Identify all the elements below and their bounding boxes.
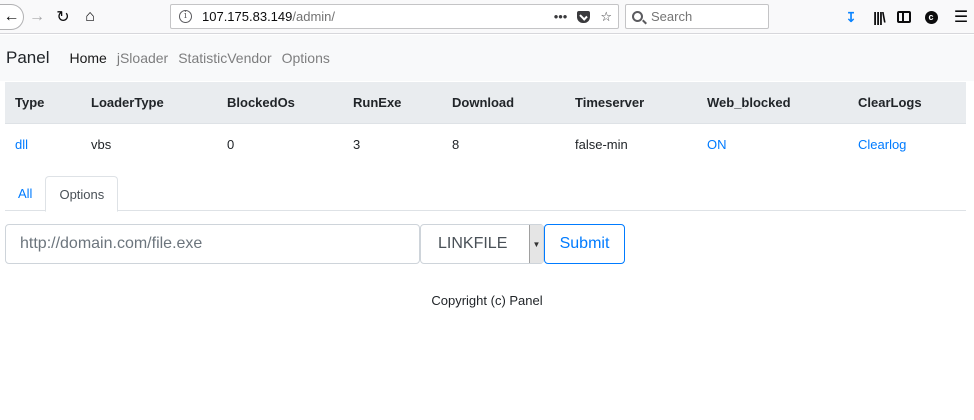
- file-url-input[interactable]: [5, 224, 420, 264]
- column-header: Web_blocked: [697, 82, 848, 124]
- table-cell: 3: [353, 137, 361, 153]
- column-header: RunExe: [343, 82, 442, 124]
- nav-home[interactable]: Home: [69, 50, 106, 66]
- url-host: 107.175.83.149: [202, 9, 293, 24]
- column-header: Download: [442, 82, 565, 124]
- nav-statistic-vendor[interactable]: StatisticVendor: [178, 50, 271, 66]
- reload-icon[interactable]: ↻: [52, 4, 74, 30]
- extension-icon[interactable]: c: [923, 4, 939, 30]
- url-path: /admin/: [292, 9, 336, 24]
- type-select[interactable]: LINKFILE ▼: [420, 224, 544, 264]
- nav-options[interactable]: Options: [282, 50, 330, 66]
- column-header: Timeserver: [565, 82, 697, 124]
- submit-button[interactable]: Submit: [544, 224, 625, 264]
- back-icon[interactable]: ←: [0, 4, 24, 30]
- page-actions-icon[interactable]: •••: [554, 9, 568, 24]
- table-cell: false-min: [575, 137, 628, 153]
- search-icon: [632, 11, 643, 22]
- address-bar[interactable]: i 107.175.83.149/admin/ ••• ☆: [170, 4, 619, 29]
- table-row: dll vbs 0 3 8 false-min ON Clearlog: [5, 123, 966, 166]
- sidebar-icon[interactable]: [896, 4, 912, 30]
- forward-icon[interactable]: →: [26, 4, 48, 30]
- download-icon[interactable]: ↧: [843, 4, 859, 30]
- column-header: Type: [5, 82, 81, 124]
- table-cell: 8: [452, 137, 460, 153]
- column-header: LoaderType: [81, 82, 217, 124]
- type-select-value: LINKFILE: [438, 235, 508, 252]
- clearlog-link[interactable]: Clearlog: [848, 123, 966, 166]
- panel-navbar: Panel Home jSloader StatisticVendor Opti…: [0, 35, 974, 81]
- pocket-icon[interactable]: [577, 10, 591, 23]
- bookmark-star-icon[interactable]: ☆: [600, 9, 612, 25]
- browser-search-input[interactable]: [651, 9, 761, 24]
- nav-jsloader[interactable]: jSloader: [117, 50, 168, 66]
- footer-copyright: Copyright (c) Panel: [431, 293, 543, 308]
- settings-table: Type LoaderType BlockedOs RunExe Downloa…: [5, 82, 966, 166]
- tab-options[interactable]: Options: [45, 176, 119, 212]
- table-header-row: Type LoaderType BlockedOs RunExe Downloa…: [5, 82, 966, 124]
- chevron-down-icon[interactable]: ▼: [529, 225, 543, 263]
- table-cell: vbs: [91, 137, 112, 153]
- column-header: ClearLogs: [848, 82, 966, 124]
- home-icon[interactable]: ⌂: [78, 4, 102, 30]
- type-link[interactable]: dll: [5, 123, 81, 166]
- menu-icon[interactable]: ☰: [953, 4, 969, 30]
- tab-bar: All Options: [5, 176, 966, 212]
- info-icon[interactable]: i: [179, 10, 192, 23]
- library-icon[interactable]: |||\: [870, 4, 888, 30]
- column-header: BlockedOs: [217, 82, 343, 124]
- table-cell: 0: [227, 137, 235, 153]
- browser-search-box[interactable]: [625, 4, 769, 29]
- browser-toolbar: ← → ↻ ⌂ i 107.175.83.149/admin/ ••• ☆ ↧ …: [0, 0, 974, 34]
- web-blocked-toggle-link[interactable]: ON: [697, 123, 848, 166]
- brand[interactable]: Panel: [6, 48, 49, 68]
- tab-all[interactable]: All: [5, 176, 45, 211]
